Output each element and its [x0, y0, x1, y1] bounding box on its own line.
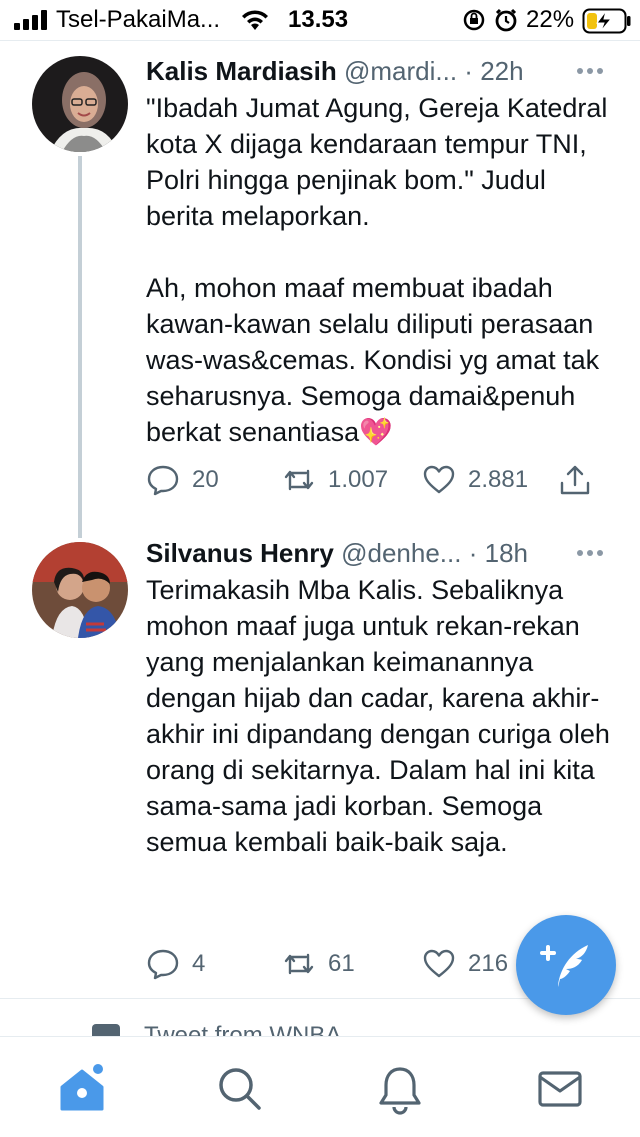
nav-search[interactable]	[214, 1063, 266, 1115]
reply-icon	[147, 949, 179, 980]
heart-icon	[423, 949, 455, 978]
notifications-icon	[379, 1067, 421, 1115]
timestamp: 18h	[484, 538, 528, 568]
like-count: 216	[468, 950, 509, 977]
tweet-silvanus[interactable]: Silvanus Henry @denhe... · 18h Terimakas…	[0, 0, 640, 1000]
retweet-count: 61	[328, 950, 355, 977]
tweet-header: Silvanus Henry @denhe... · 18h	[146, 538, 528, 569]
separator: ·	[468, 538, 478, 568]
more-options-icon[interactable]	[576, 548, 604, 558]
tweet-paragraph: Terimakasih Mba Kalis. Sebaliknya mohon …	[146, 575, 610, 857]
author-name[interactable]: Silvanus Henry	[146, 538, 334, 568]
retweet-button[interactable]: 61	[282, 944, 355, 984]
avatar[interactable]	[32, 542, 128, 638]
search-icon	[219, 1068, 261, 1110]
reply-button[interactable]: 4	[146, 944, 205, 984]
reply-count: 4	[192, 950, 206, 977]
compose-tweet-button[interactable]	[516, 915, 616, 1015]
retweet-icon	[284, 953, 314, 975]
home-icon	[60, 1064, 104, 1111]
nav-notifications[interactable]	[374, 1063, 426, 1115]
nav-home[interactable]	[56, 1063, 108, 1115]
nav-messages[interactable]	[534, 1063, 586, 1115]
like-button[interactable]: 216	[422, 944, 508, 984]
compose-tweet-icon	[540, 945, 588, 987]
tweet-text: Terimakasih Mba Kalis. Sebaliknya mohon …	[146, 572, 616, 860]
author-handle[interactable]: @denhe...	[341, 538, 461, 568]
bottom-nav	[0, 1036, 640, 1137]
messages-icon	[538, 1071, 582, 1107]
